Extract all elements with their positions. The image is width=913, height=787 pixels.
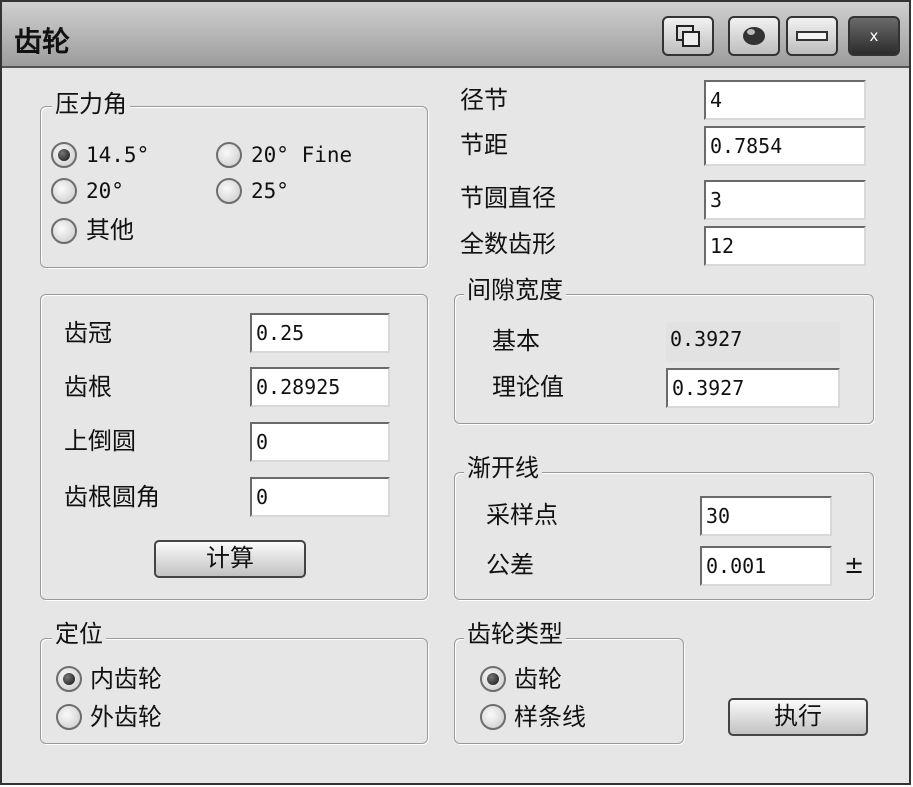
label-spline: 样条线 — [514, 703, 586, 731]
window-title: 齿轮 — [14, 25, 71, 58]
clearance-basic-label: 基本 — [492, 327, 540, 355]
sample-points-label: 采样点 — [486, 501, 558, 529]
execute-button[interactable]: 执行 — [728, 698, 868, 736]
radio-other[interactable] — [51, 218, 77, 244]
minimize-button[interactable] — [786, 16, 838, 56]
label-20-fine: 20° Fine — [251, 143, 353, 167]
pitch-diameter-input[interactable] — [704, 180, 866, 220]
radio-14-5[interactable] — [51, 142, 77, 168]
gear-dialog: 齿轮 x 压力角 14.5° 20° Fine 20° 25° 其他 径节 4 … — [0, 0, 911, 785]
root-fillet-label: 齿根圆角 — [64, 483, 160, 511]
sample-points-input[interactable] — [700, 496, 832, 536]
positioning-legend: 定位 — [52, 620, 106, 648]
sphere-icon — [743, 27, 765, 45]
radio-gear[interactable] — [480, 666, 506, 692]
circular-pitch-label: 节距 — [460, 131, 508, 159]
clearance-legend: 间隙宽度 — [464, 276, 566, 304]
radio-internal-gear[interactable] — [56, 666, 82, 692]
plus-minus-label: ± — [844, 551, 865, 579]
radio-external-gear[interactable] — [56, 704, 82, 730]
diametral-pitch-label: 径节 — [460, 86, 508, 114]
calculate-button[interactable]: 计算 — [154, 540, 306, 578]
minimize-icon — [796, 31, 828, 41]
restore-icon — [676, 25, 700, 47]
pitch-diameter-label: 节圆直径 — [460, 184, 556, 212]
label-other: 其他 — [86, 216, 134, 244]
radio-spline[interactable] — [480, 704, 506, 730]
pressure-angle-legend: 压力角 — [52, 90, 130, 118]
addendum-input[interactable] — [250, 313, 390, 353]
circular-pitch-input[interactable] — [704, 126, 866, 166]
dedendum-label: 齿根 — [64, 373, 112, 401]
label-internal-gear: 内齿轮 — [90, 665, 162, 693]
radio-20[interactable] — [51, 178, 77, 204]
label-25: 25° — [251, 179, 289, 203]
top-fillet-label: 上倒圆 — [64, 427, 136, 455]
involute-legend: 渐开线 — [464, 454, 542, 482]
restore-button[interactable] — [662, 16, 714, 56]
clearance-basic-value: 0.3927 — [666, 322, 840, 362]
root-fillet-input[interactable] — [250, 477, 390, 517]
dedendum-input[interactable] — [250, 367, 390, 407]
teeth-count-input[interactable] — [704, 226, 866, 266]
label-gear: 齿轮 — [514, 665, 562, 693]
label-20: 20° — [86, 179, 124, 203]
radio-20-fine[interactable] — [216, 142, 242, 168]
label-external-gear: 外齿轮 — [90, 703, 162, 731]
tolerance-label: 公差 — [486, 551, 534, 579]
tolerance-input[interactable] — [700, 546, 832, 586]
teeth-count-label: 全数齿形 — [460, 230, 556, 258]
top-fillet-input[interactable] — [250, 422, 390, 462]
diametral-pitch-input[interactable] — [704, 80, 866, 120]
gear-type-legend: 齿轮类型 — [464, 620, 566, 648]
addendum-label: 齿冠 — [64, 319, 112, 347]
preview-button[interactable] — [728, 16, 780, 56]
close-button[interactable]: x — [848, 16, 900, 56]
title-bar[interactable]: 齿轮 x — [2, 2, 909, 68]
close-icon: x — [869, 27, 879, 45]
clearance-theoretical-label: 理论值 — [492, 373, 564, 401]
radio-25[interactable] — [216, 178, 242, 204]
label-14-5: 14.5° — [86, 143, 150, 167]
clearance-theoretical-input[interactable] — [666, 368, 840, 408]
